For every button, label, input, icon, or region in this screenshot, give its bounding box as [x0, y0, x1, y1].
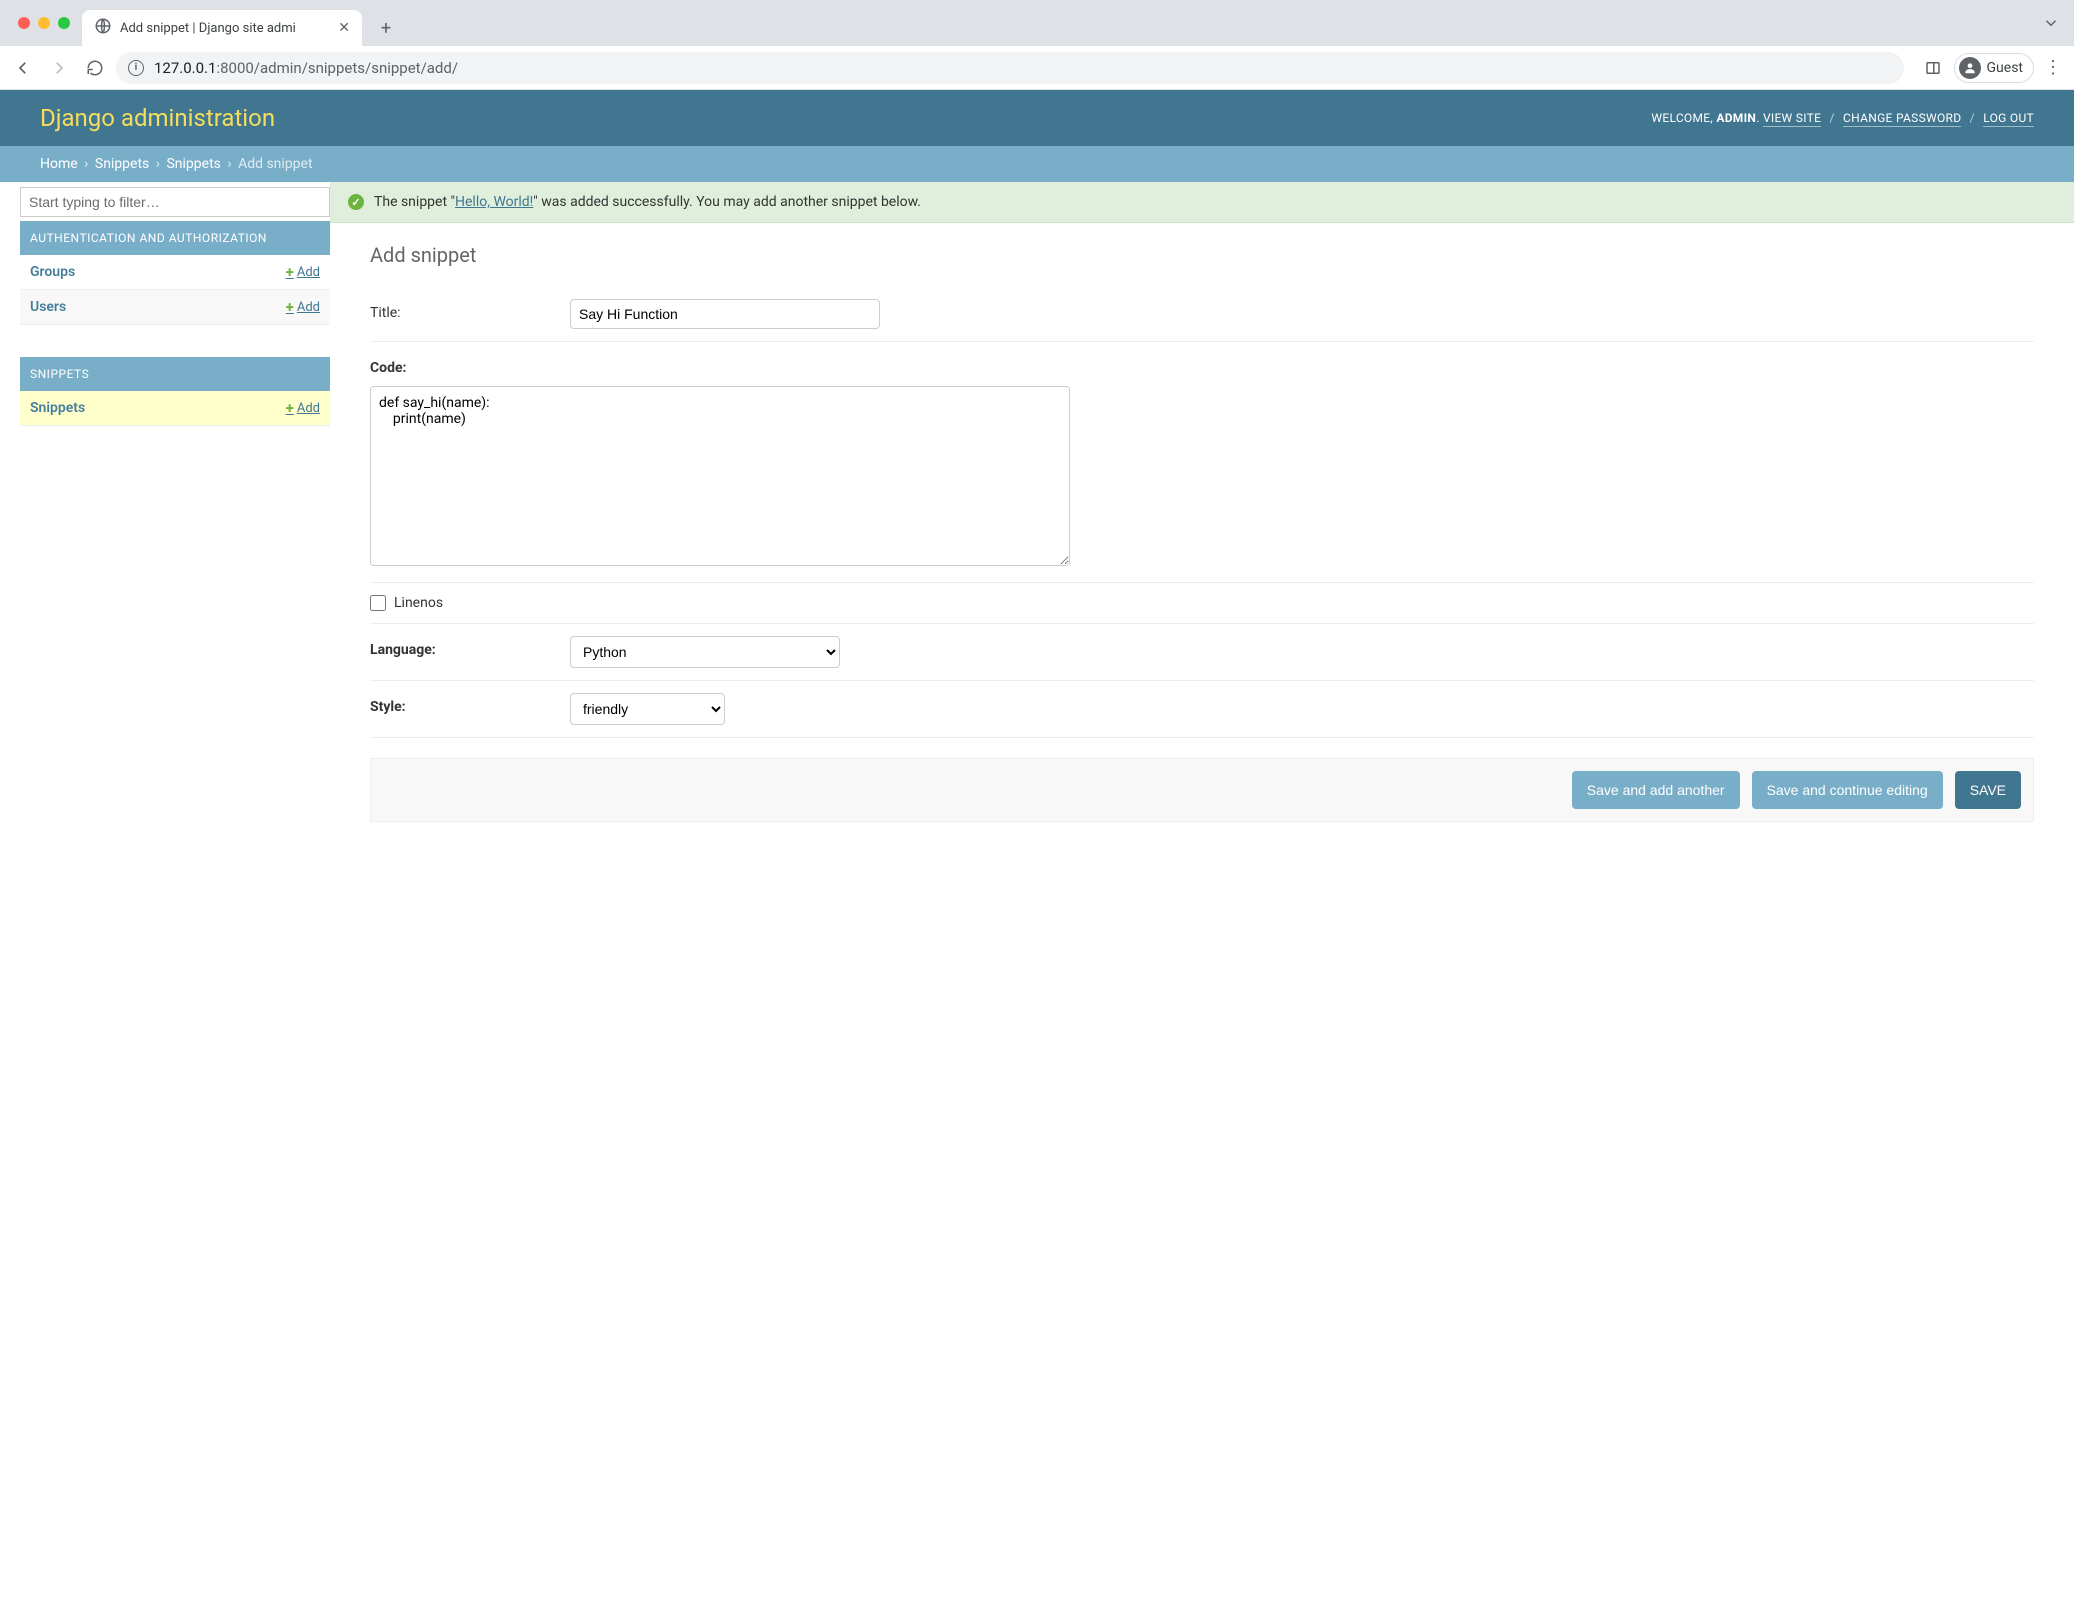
- app-caption-snippets[interactable]: SNIPPETS: [20, 357, 330, 391]
- menu-icon[interactable]: ⋮: [2040, 57, 2066, 78]
- breadcrumb-model[interactable]: Snippets: [166, 156, 220, 172]
- forward-button[interactable]: [44, 53, 74, 83]
- add-groups-link[interactable]: +Add: [286, 263, 320, 281]
- toolbar-right: Guest ⋮: [1910, 53, 2066, 83]
- code-textarea[interactable]: def say_hi(name): print(name): [370, 386, 1070, 566]
- tab-bar: Add snippet | Django site admi ✕ +: [0, 0, 2074, 46]
- profile-label: Guest: [1987, 60, 2023, 76]
- view-site-link[interactable]: VIEW SITE: [1763, 111, 1821, 127]
- page-title: Add snippet: [370, 243, 2034, 267]
- model-link-groups[interactable]: Groups: [30, 264, 75, 280]
- welcome-text: WELCOME,: [1651, 111, 1713, 125]
- profile-chip[interactable]: Guest: [1954, 53, 2034, 83]
- title-input[interactable]: [570, 299, 880, 329]
- site-info-icon[interactable]: i: [128, 60, 144, 76]
- back-button[interactable]: [8, 53, 38, 83]
- nav-sidebar: AUTHENTICATION AND AUTHORIZATION Groups …: [0, 182, 330, 426]
- check-icon: ✓: [348, 194, 364, 210]
- window-close-icon[interactable]: [18, 17, 30, 29]
- tabs-dropdown-icon[interactable]: [2042, 14, 2060, 36]
- snippet-form: Title: Code: def say_hi(name): print(nam…: [370, 287, 2034, 822]
- app-auth: AUTHENTICATION AND AUTHORIZATION Groups …: [20, 221, 330, 325]
- sidebar-filter-input[interactable]: [20, 187, 330, 217]
- plus-icon: +: [286, 298, 294, 316]
- window-maximize-icon[interactable]: [58, 17, 70, 29]
- style-label: Style:: [370, 693, 560, 715]
- avatar-icon: [1959, 57, 1981, 79]
- site-branding[interactable]: Django administration: [40, 104, 275, 132]
- success-message: ✓ The snippet "Hello, World!" was added …: [330, 182, 2074, 223]
- browser-tab[interactable]: Add snippet | Django site admi ✕: [82, 10, 362, 46]
- add-users-link[interactable]: +Add: [286, 298, 320, 316]
- language-label: Language:: [370, 636, 560, 658]
- model-link-snippets[interactable]: Snippets: [30, 400, 85, 416]
- save-button[interactable]: SAVE: [1955, 771, 2021, 809]
- field-language-row: Language: Python: [370, 624, 2034, 681]
- user-tools: WELCOME, ADMIN. VIEW SITE / CHANGE PASSW…: [1651, 111, 2034, 125]
- style-select[interactable]: friendly: [570, 693, 725, 725]
- address-bar[interactable]: i 127.0.0.1:8000/admin/snippets/snippet/…: [116, 52, 1904, 84]
- linenos-label[interactable]: Linenos: [370, 595, 443, 611]
- message-link[interactable]: Hello, World!: [455, 194, 533, 210]
- breadcrumb: Home › Snippets › Snippets › Add snippet: [0, 146, 2074, 182]
- language-select[interactable]: Python: [570, 636, 840, 668]
- code-label: Code:: [370, 354, 560, 376]
- username: ADMIN: [1716, 111, 1756, 125]
- app-snippets: SNIPPETS Snippets +Add: [20, 357, 330, 426]
- sidebar-item-groups: Groups +Add: [20, 255, 330, 290]
- sidebar-item-users: Users +Add: [20, 290, 330, 325]
- new-tab-button[interactable]: +: [372, 14, 400, 42]
- plus-icon: +: [286, 263, 294, 281]
- field-title-row: Title:: [370, 287, 2034, 342]
- plus-icon: +: [286, 399, 294, 417]
- reload-button[interactable]: [80, 53, 110, 83]
- window-minimize-icon[interactable]: [38, 17, 50, 29]
- logout-link[interactable]: LOG OUT: [1983, 111, 2034, 127]
- title-label: Title:: [370, 299, 560, 321]
- save-continue-button[interactable]: Save and continue editing: [1752, 771, 1943, 809]
- field-linenos-row: Linenos: [370, 583, 2034, 624]
- window-controls: [10, 0, 82, 46]
- app-caption-auth[interactable]: AUTHENTICATION AND AUTHORIZATION: [20, 221, 330, 255]
- panel-icon[interactable]: [1918, 53, 1948, 83]
- breadcrumb-app[interactable]: Snippets: [95, 156, 149, 172]
- field-style-row: Style: friendly: [370, 681, 2034, 738]
- tab-close-icon[interactable]: ✕: [338, 20, 350, 36]
- breadcrumb-current: Add snippet: [238, 156, 312, 172]
- url-text: 127.0.0.1:8000/admin/snippets/snippet/ad…: [154, 59, 458, 77]
- save-add-another-button[interactable]: Save and add another: [1572, 771, 1740, 809]
- message-text: The snippet "Hello, World!" was added su…: [374, 194, 921, 210]
- submit-row: Save and add another Save and continue e…: [370, 758, 2034, 822]
- model-link-users[interactable]: Users: [30, 299, 66, 315]
- sidebar-item-snippets: Snippets +Add: [20, 391, 330, 426]
- change-password-link[interactable]: CHANGE PASSWORD: [1843, 111, 1961, 127]
- linenos-checkbox[interactable]: [370, 595, 386, 611]
- globe-icon: [94, 17, 112, 39]
- browser-chrome: Add snippet | Django site admi ✕ + i 127…: [0, 0, 2074, 90]
- main-content: ✓ The snippet "Hello, World!" was added …: [330, 182, 2074, 862]
- tab-title: Add snippet | Django site admi: [120, 21, 330, 36]
- breadcrumb-home[interactable]: Home: [40, 156, 78, 172]
- field-code-row: Code: def say_hi(name): print(name): [370, 342, 2034, 583]
- add-snippets-link[interactable]: +Add: [286, 399, 320, 417]
- browser-toolbar: i 127.0.0.1:8000/admin/snippets/snippet/…: [0, 46, 2074, 90]
- admin-header: Django administration WELCOME, ADMIN. VI…: [0, 90, 2074, 146]
